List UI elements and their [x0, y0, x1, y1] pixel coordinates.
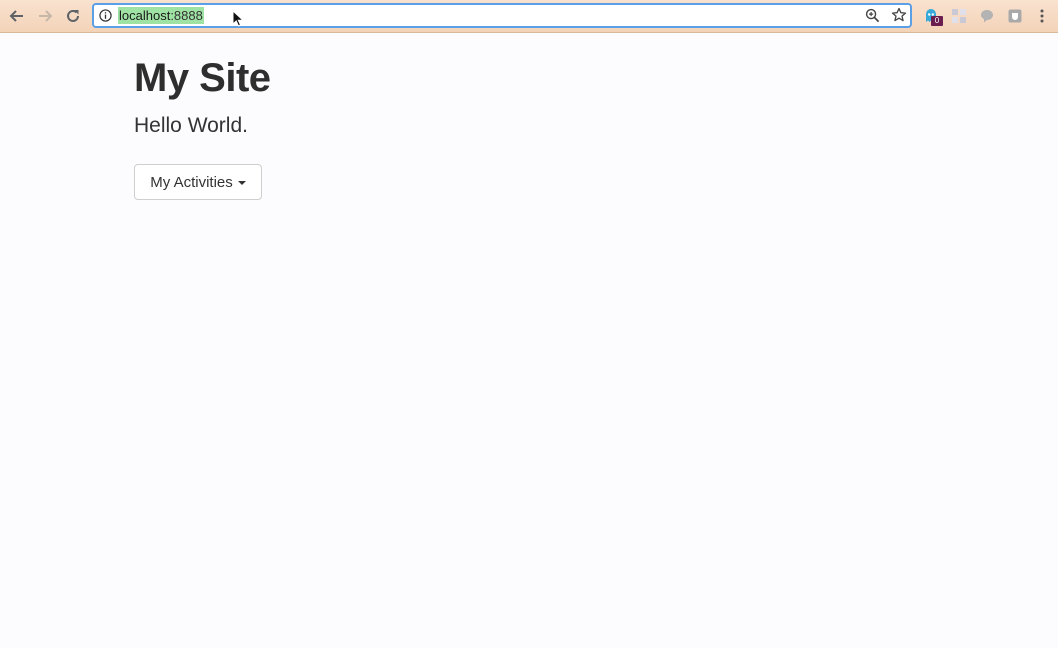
kebab-menu-icon[interactable]: [1038, 8, 1052, 24]
extension-badge: 0: [931, 16, 943, 26]
arrow-right-icon: [39, 10, 53, 22]
url-host: localhost: [119, 8, 171, 23]
back-button[interactable]: [6, 5, 28, 27]
site-title: My Site: [134, 56, 271, 100]
extension-grid-icon[interactable]: [951, 8, 967, 24]
page-content: My Site Hello World. My Activities: [134, 50, 271, 200]
my-activities-dropdown-button[interactable]: My Activities: [134, 164, 262, 200]
forward-button[interactable]: [34, 5, 56, 27]
caret-down-icon: [237, 181, 246, 185]
url-port: :8888: [170, 8, 203, 23]
lead-text: Hello World.: [134, 114, 248, 137]
reload-icon: [67, 9, 79, 22]
mouse-cursor-icon: [232, 10, 244, 27]
info-icon[interactable]: [99, 9, 112, 22]
reload-button[interactable]: [62, 5, 84, 27]
extension-shield-icon[interactable]: [1007, 8, 1023, 24]
extension-chat-icon[interactable]: [979, 8, 995, 24]
star-icon[interactable]: [891, 7, 907, 23]
arrow-left-icon: [9, 10, 23, 22]
zoom-icon[interactable]: [865, 8, 880, 23]
browser-toolbar: localhost:8888 0: [0, 0, 1058, 33]
dropdown-label: My Activities: [150, 173, 233, 191]
address-bar[interactable]: localhost:8888: [92, 3, 912, 28]
url-text[interactable]: localhost:8888: [118, 7, 204, 24]
